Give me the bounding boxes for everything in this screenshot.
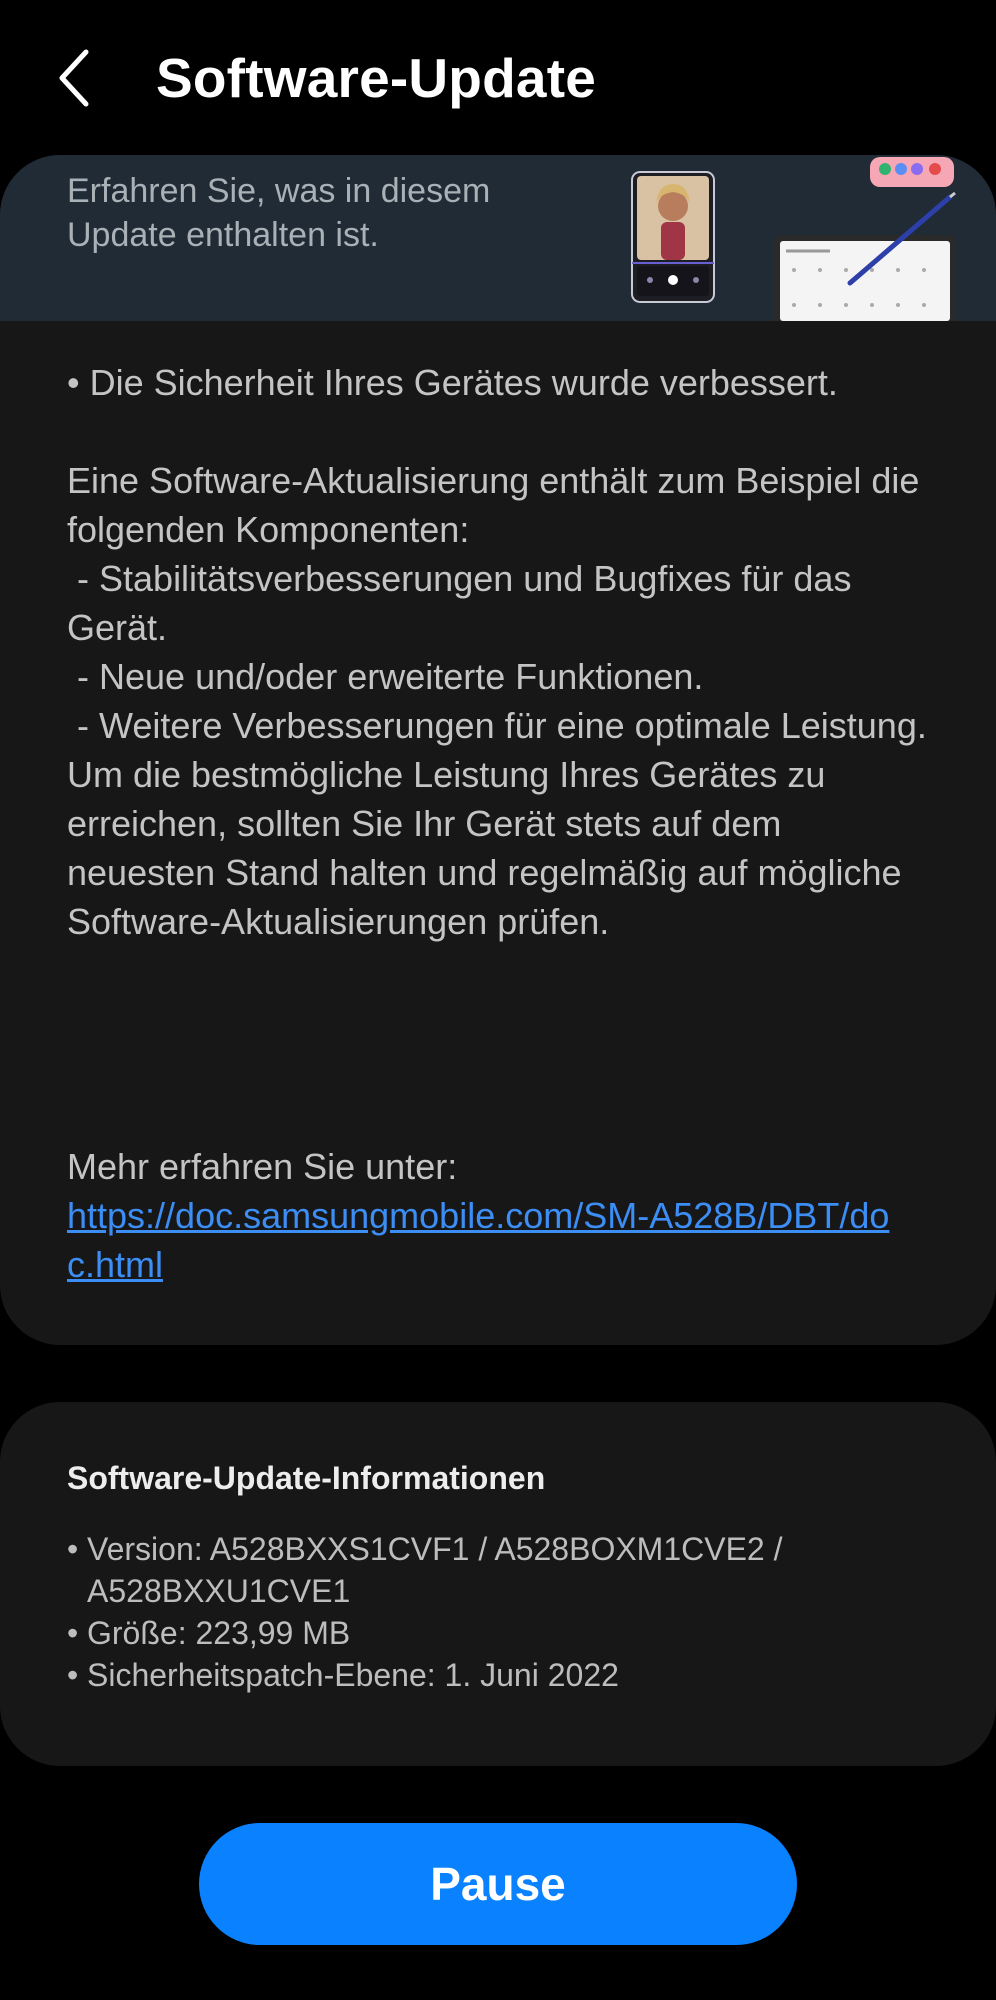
update-info-list: Version: A528BXXS1CVF1 / A528BOXM1CVE2 /… [67, 1528, 937, 1696]
more-info-label: Mehr erfahren Sie unter: [67, 1146, 458, 1187]
update-info-title: Software-Update-Informationen [67, 1460, 546, 1496]
back-button[interactable] [46, 44, 106, 112]
tablet-pen-illustration [774, 157, 956, 321]
banner-text: Erfahren Sie, was in diesem Update entha… [67, 172, 491, 254]
foldable-phone-illustration [631, 171, 715, 303]
size-info: Größe: 223,99 MB [67, 1612, 937, 1654]
update-info-card: Software-Update-Informationen Version: A… [0, 1402, 996, 1766]
version-info: Version: A528BXXS1CVF1 / A528BOXM1CVE2 /… [67, 1528, 937, 1612]
whats-new-banner[interactable]: Erfahren Sie, was in diesem Update entha… [0, 155, 996, 321]
chevron-left-icon [59, 49, 89, 107]
app-header: Software-Update [0, 0, 996, 150]
security-patch-info: Sicherheitspatch-Ebene: 1. Juni 2022 [67, 1654, 937, 1696]
page-title: Software-Update [156, 47, 596, 109]
release-notes-card: Erfahren Sie, was in diesem Update entha… [0, 155, 996, 1345]
release-notes-text: • Die Sicherheit Ihres Gerätes wurde ver… [67, 362, 927, 942]
pause-button[interactable]: Pause [199, 1823, 797, 1945]
documentation-link[interactable]: https://doc.samsungmobile.com/SM-A528B/D… [67, 1191, 907, 1289]
